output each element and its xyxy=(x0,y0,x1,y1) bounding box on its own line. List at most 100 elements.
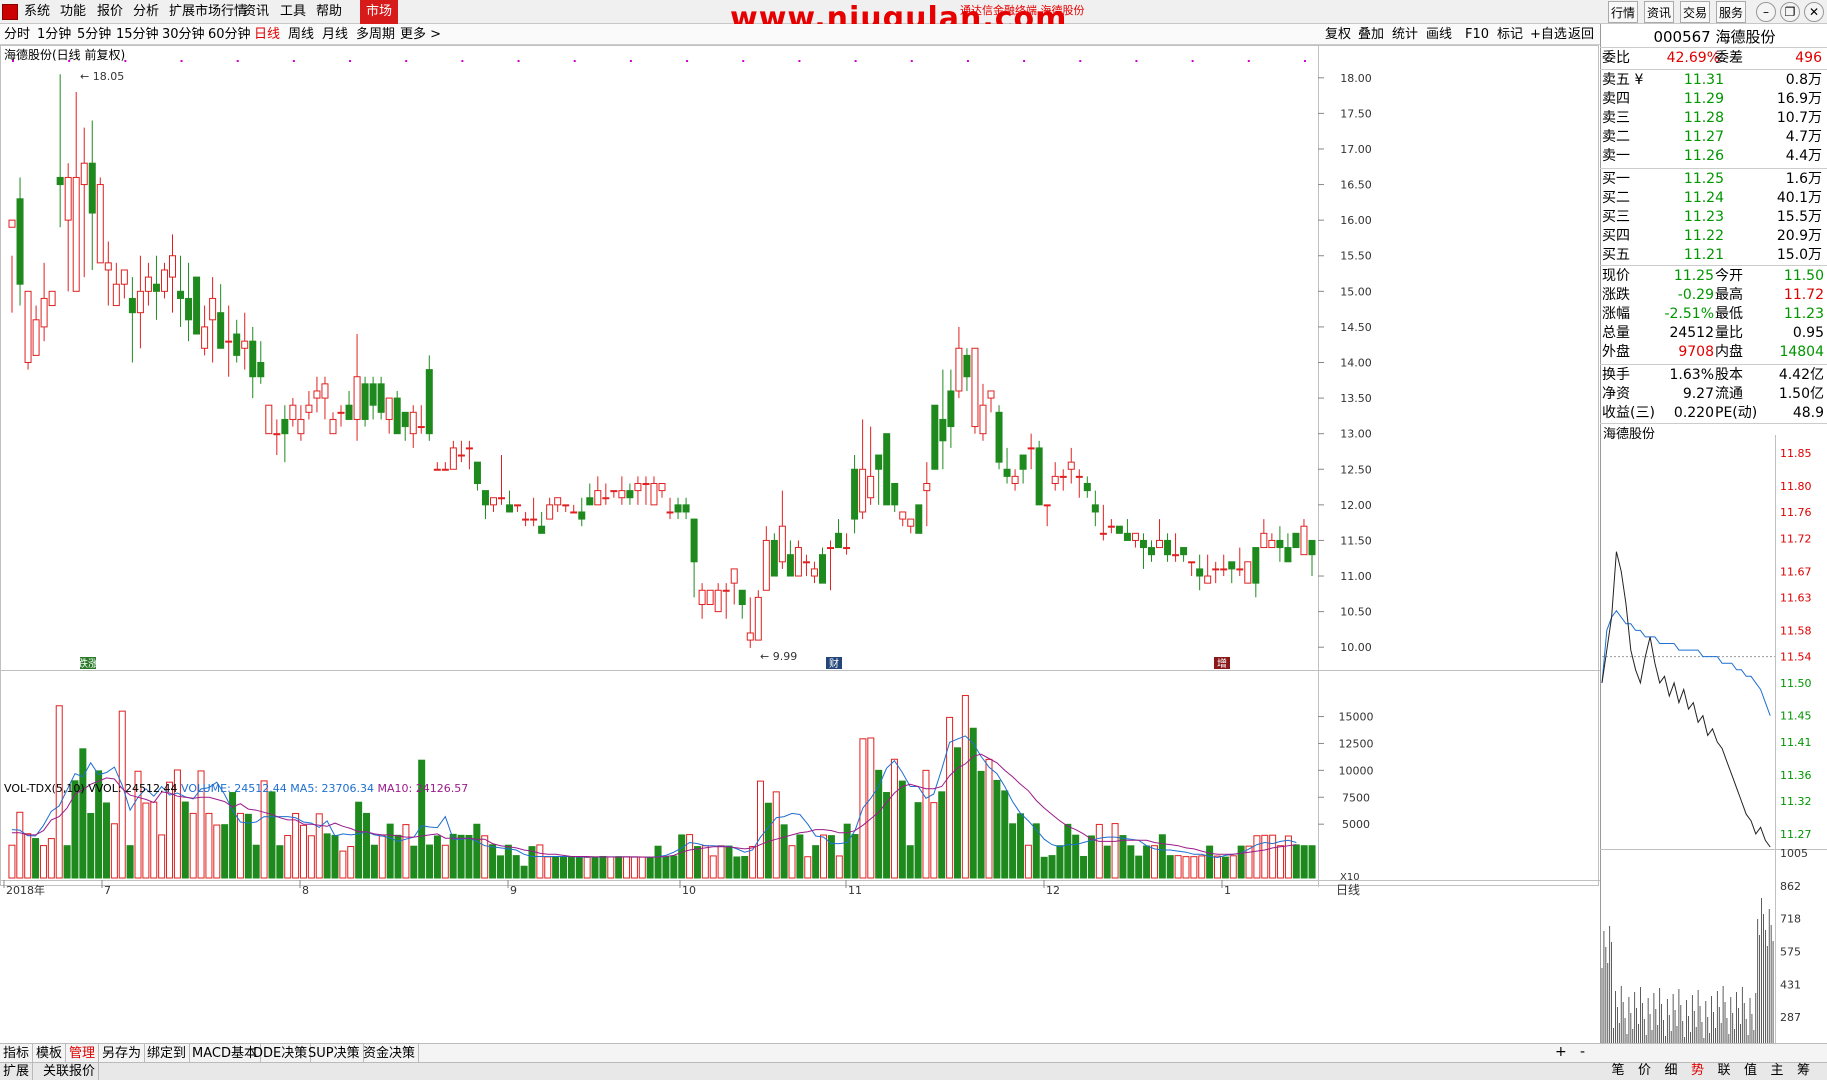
volume-bar xyxy=(591,856,599,879)
volume-bar xyxy=(961,695,969,879)
minimize-icon[interactable]: – xyxy=(1756,2,1776,22)
restore-icon[interactable]: ❐ xyxy=(1780,2,1800,22)
tab-market[interactable]: 行情 xyxy=(1608,1,1638,23)
stat-value: 14804 xyxy=(1779,344,1824,360)
candle-body xyxy=(955,347,963,392)
toolbar-f10[interactable]: F10 xyxy=(1465,24,1489,45)
tab-sup[interactable]: SUP决策 xyxy=(305,1044,364,1063)
intra-price-label: 11.85 xyxy=(1780,447,1812,460)
ask-row[interactable]: 卖三 11.28 10.7万 xyxy=(1602,109,1824,128)
right-tab[interactable]: 值 xyxy=(1738,1061,1764,1080)
zoom-out-button[interactable]: - xyxy=(1580,1044,1585,1060)
volume-bar xyxy=(804,856,812,879)
tab-indicator[interactable]: 指标 xyxy=(0,1044,34,1063)
period-30min[interactable]: 30分钟 xyxy=(162,24,205,45)
ask-row[interactable]: 卖一 11.26 4.4万 xyxy=(1602,147,1824,166)
period-15min[interactable]: 15分钟 xyxy=(116,24,159,45)
event-dot xyxy=(686,60,689,62)
period-5min[interactable]: 5分钟 xyxy=(77,24,111,45)
right-tab[interactable]: 价 xyxy=(1632,1061,1658,1080)
tab-save-as[interactable]: 另存为 xyxy=(99,1044,146,1063)
tab-template[interactable]: 模板 xyxy=(33,1044,67,1063)
candle-body xyxy=(409,411,417,435)
menu-function[interactable]: 功能 xyxy=(60,0,86,24)
ask-row[interactable]: 卖二 11.27 4.7万 xyxy=(1602,128,1824,147)
menu-help[interactable]: 帮助 xyxy=(316,0,342,24)
candle-body xyxy=(40,297,48,328)
toolbar-back[interactable]: 返回 xyxy=(1568,24,1594,45)
candle-body xyxy=(762,539,770,591)
tab-manage[interactable]: 管理 xyxy=(66,1044,100,1063)
right-tab[interactable]: 筹 xyxy=(1791,1061,1817,1080)
candle-body xyxy=(722,589,730,592)
tab-service[interactable]: 服务 xyxy=(1716,1,1746,23)
tab-news[interactable]: 资讯 xyxy=(1644,1,1674,23)
candle-body xyxy=(875,454,883,470)
toolbar-draw[interactable]: 画线 xyxy=(1426,24,1452,45)
toolbar-overlay[interactable]: 叠加 xyxy=(1358,24,1384,45)
intra-price-label: 11.54 xyxy=(1780,651,1812,664)
menu-system[interactable]: 系统 xyxy=(24,0,50,24)
candle-body xyxy=(674,504,682,513)
stat-label: 涨跌 xyxy=(1602,287,1630,303)
menu-news[interactable]: 资讯 xyxy=(243,0,269,24)
status-expand[interactable]: 扩展 xyxy=(0,1063,34,1080)
menu-ext-market[interactable]: 扩展市场行情 xyxy=(169,0,247,24)
right-tab[interactable]: 联 xyxy=(1711,1061,1737,1080)
menu-quote[interactable]: 报价 xyxy=(97,0,123,24)
volume-bar xyxy=(1237,845,1245,879)
candle-body xyxy=(104,262,112,271)
bid-row[interactable]: 买一 11.25 1.6万 xyxy=(1602,170,1824,189)
toolbar-stats[interactable]: 统计 xyxy=(1392,24,1418,45)
intra-vol-label: 431 xyxy=(1780,978,1801,991)
chart-title[interactable]: 海德股份(日线 前复权) xyxy=(4,46,125,63)
period-1min[interactable]: 1分钟 xyxy=(37,24,71,45)
zoom-in-button[interactable]: + xyxy=(1555,1044,1567,1060)
tab-dde[interactable]: DDE决策 xyxy=(250,1044,312,1063)
volume-bar xyxy=(363,812,371,879)
tab-bind-to[interactable]: 绑定到 xyxy=(144,1044,191,1063)
period-daily[interactable]: 日线 xyxy=(254,24,280,45)
right-tab[interactable]: 势 xyxy=(1685,1061,1711,1080)
close-icon[interactable]: ✕ xyxy=(1804,2,1824,22)
tab-fund[interactable]: 资金决策 xyxy=(360,1044,420,1063)
intraday-chart[interactable]: 11.85 11.80 11.76 11.72 11.67 11.63 11.58 11.54… xyxy=(1600,435,1827,1055)
candle-body xyxy=(891,483,899,506)
market-button[interactable]: 市场 xyxy=(360,0,399,24)
volume-bar xyxy=(1087,835,1095,879)
bid-row[interactable]: 买四 11.22 20.9万 xyxy=(1602,227,1824,246)
divider xyxy=(1600,265,1827,266)
right-tab[interactable]: 主 xyxy=(1764,1061,1790,1080)
period-fenshi[interactable]: 分时 xyxy=(4,24,30,45)
toolbar-mark[interactable]: 标记 xyxy=(1497,24,1523,45)
candle-body xyxy=(794,547,802,577)
candle-body xyxy=(578,511,586,520)
bid-row[interactable]: 买五 11.21 15.0万 xyxy=(1602,246,1824,265)
ask-row[interactable]: 卖四 11.29 16.9万 xyxy=(1602,90,1824,109)
tab-trade[interactable]: 交易 xyxy=(1680,1,1710,23)
right-tab[interactable]: 细 xyxy=(1658,1061,1684,1080)
toolbar-fuquan[interactable]: 复权 xyxy=(1325,24,1351,45)
menu-analysis[interactable]: 分析 xyxy=(133,0,159,24)
status-related-quote[interactable]: 关联报价 xyxy=(40,1063,100,1080)
candle-body xyxy=(112,283,120,307)
right-tab[interactable]: 笔 xyxy=(1605,1061,1631,1080)
volume-bar xyxy=(39,845,47,879)
candle-body xyxy=(257,362,265,378)
period-monthly[interactable]: 月线 xyxy=(322,24,348,45)
menu-tools[interactable]: 工具 xyxy=(280,0,306,24)
bid-row[interactable]: 买三 11.23 15.5万 xyxy=(1602,208,1824,227)
period-weekly[interactable]: 周线 xyxy=(288,24,314,45)
period-multi[interactable]: 多周期 xyxy=(356,24,395,45)
period-60min[interactable]: 60分钟 xyxy=(208,24,251,45)
bid-row[interactable]: 买二 11.24 40.1万 xyxy=(1602,189,1824,208)
intra-price-label: 11.50 xyxy=(1780,677,1812,690)
toolbar-add-watch[interactable]: +自选 xyxy=(1530,24,1567,45)
kline-chart[interactable]: 18.00 17.50 17.00 16.50 16.00 15.50 15.00 14.50… xyxy=(0,45,1600,1043)
vol-legend-name[interactable]: VOL-TDX(5,10) xyxy=(4,782,85,795)
volume-bar xyxy=(615,856,623,879)
period-more[interactable]: 更多 > xyxy=(400,24,441,45)
candle-body xyxy=(923,483,931,492)
ask-row[interactable]: 卖五 ¥ 11.31 0.8万 xyxy=(1602,71,1824,90)
app-logo-icon xyxy=(2,4,18,20)
